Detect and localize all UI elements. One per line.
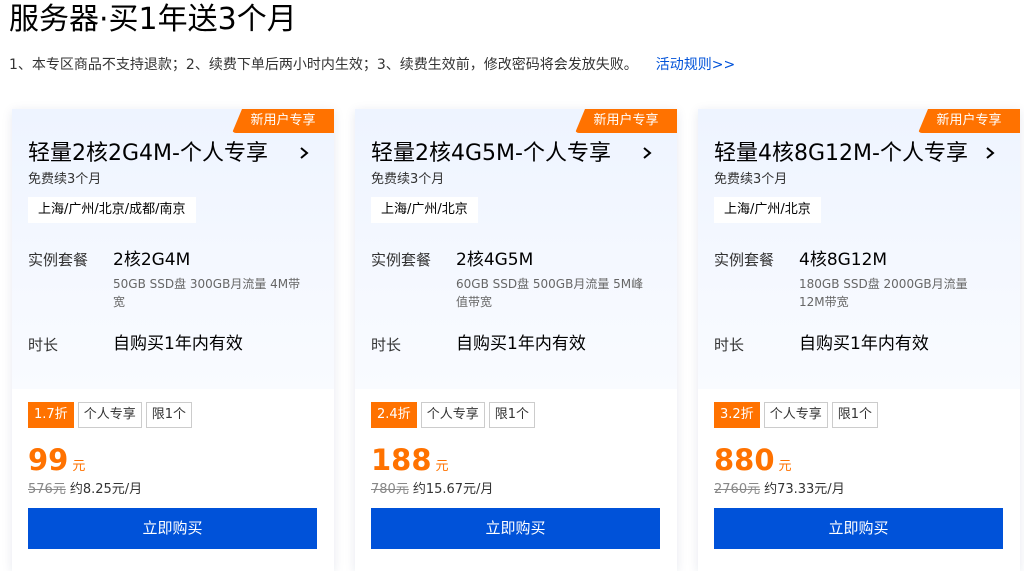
region-list: 上海/广州/北京/成都/南京 bbox=[28, 197, 196, 223]
price-unit: 元 bbox=[778, 459, 792, 474]
duration-value: 自购买1年内有效 bbox=[456, 334, 586, 354]
product-title[interactable]: 轻量4核8G12M-个人专享 bbox=[714, 139, 968, 169]
buy-now-button[interactable]: 立即购买 bbox=[28, 508, 317, 549]
price-amount: 188 bbox=[371, 443, 432, 477]
instance-value: 2核2G4M bbox=[113, 250, 191, 270]
limit-tag: 限1个 bbox=[145, 402, 192, 428]
product-card: 新用户专享 轻量2核2G4M-个人专享 免费续3个月 上海/广州/北京/成都/南… bbox=[12, 109, 334, 571]
product-title[interactable]: 轻量2核2G4M-个人专享 bbox=[28, 139, 268, 169]
region-list: 上海/广州/北京 bbox=[714, 197, 821, 223]
limit-tag: 限1个 bbox=[488, 402, 535, 428]
price-unit: 元 bbox=[435, 459, 449, 474]
discount-tag: 3.2折 bbox=[714, 402, 760, 428]
instance-label: 实例套餐 bbox=[714, 251, 775, 269]
monthly-price: 约73.33元/月 bbox=[764, 482, 845, 497]
original-price-row: 780元 约15.67元/月 bbox=[371, 481, 493, 499]
personal-tag: 个人专享 bbox=[763, 402, 828, 428]
duration-value: 自购买1年内有效 bbox=[799, 334, 929, 354]
limit-tag: 限1个 bbox=[831, 402, 878, 428]
instance-description: 60GB SSD盘 500GB月流量 5M峰值带宽 bbox=[456, 277, 644, 309]
new-user-badge: 新用户专享 bbox=[575, 109, 677, 133]
original-price-row: 576元 约8.25元/月 bbox=[28, 481, 142, 499]
page-title: 服务器·买1年送3个月 bbox=[9, 2, 297, 37]
instance-description: 180GB SSD盘 2000GB月流量 12M带宽 bbox=[799, 277, 968, 309]
buy-now-button[interactable]: 立即购买 bbox=[371, 508, 660, 549]
product-subtitle: 免费续3个月 bbox=[28, 172, 102, 187]
price: 99 元 bbox=[28, 442, 85, 478]
discount-tag: 1.7折 bbox=[28, 402, 74, 428]
original-price-row: 2760元 约73.33元/月 bbox=[714, 481, 845, 499]
original-price: 576元 bbox=[28, 482, 66, 497]
duration-value: 自购买1年内有效 bbox=[113, 334, 243, 354]
price: 188 元 bbox=[371, 442, 449, 478]
personal-tag: 个人专享 bbox=[420, 402, 485, 428]
monthly-price: 约8.25元/月 bbox=[69, 482, 143, 497]
new-user-badge: 新用户专享 bbox=[918, 109, 1020, 133]
product-cards: 新用户专享 轻量2核2G4M-个人专享 免费续3个月 上海/广州/北京/成都/南… bbox=[12, 109, 1022, 571]
price-unit: 元 bbox=[72, 459, 86, 474]
duration-label: 时长 bbox=[714, 336, 745, 354]
product-title[interactable]: 轻量2核4G5M-个人专享 bbox=[371, 139, 611, 169]
instance-value: 4核8G12M bbox=[799, 250, 888, 270]
instance-label: 实例套餐 bbox=[28, 251, 89, 269]
product-card: 新用户专享 轻量4核8G12M-个人专享 免费续3个月 上海/广州/北京 实例套… bbox=[698, 109, 1020, 571]
personal-tag: 个人专享 bbox=[77, 402, 142, 428]
region-list: 上海/广州/北京 bbox=[371, 197, 478, 223]
original-price: 780元 bbox=[371, 482, 409, 497]
product-subtitle: 免费续3个月 bbox=[714, 172, 788, 187]
product-card: 新用户专享 轻量2核4G5M-个人专享 免费续3个月 上海/广州/北京 实例套餐… bbox=[355, 109, 677, 571]
chevron-right-icon[interactable] bbox=[296, 142, 312, 164]
instance-description: 50GB SSD盘 300GB月流量 4M带宽 bbox=[113, 277, 301, 309]
tag-group: 3.2折 个人专享 限1个 bbox=[714, 402, 878, 428]
tag-group: 1.7折 个人专享 限1个 bbox=[28, 402, 192, 428]
duration-label: 时长 bbox=[371, 336, 402, 354]
discount-tag: 2.4折 bbox=[371, 402, 417, 428]
price: 880 元 bbox=[714, 442, 792, 478]
chevron-right-icon[interactable] bbox=[639, 142, 655, 164]
price-amount: 99 bbox=[28, 443, 69, 477]
instance-value: 2核4G5M bbox=[456, 250, 534, 270]
price-amount: 880 bbox=[714, 443, 775, 477]
instance-label: 实例套餐 bbox=[371, 251, 432, 269]
monthly-price: 约15.67元/月 bbox=[412, 482, 494, 497]
notice-content: 1、本专区商品不支持退款；2、续费下单后两小时内生效；3、续费生效前，修改密码将… bbox=[9, 57, 638, 73]
chevron-right-icon[interactable] bbox=[982, 142, 998, 164]
notice-text: 1、本专区商品不支持退款；2、续费下单后两小时内生效；3、续费生效前，修改密码将… bbox=[9, 54, 735, 76]
new-user-badge: 新用户专享 bbox=[232, 109, 334, 133]
product-subtitle: 免费续3个月 bbox=[371, 172, 445, 187]
tag-group: 2.4折 个人专享 限1个 bbox=[371, 402, 535, 428]
buy-now-button[interactable]: 立即购买 bbox=[714, 508, 1003, 549]
activity-rules-link[interactable]: 活动规则>> bbox=[656, 57, 735, 73]
duration-label: 时长 bbox=[28, 336, 59, 354]
original-price: 2760元 bbox=[714, 482, 761, 497]
